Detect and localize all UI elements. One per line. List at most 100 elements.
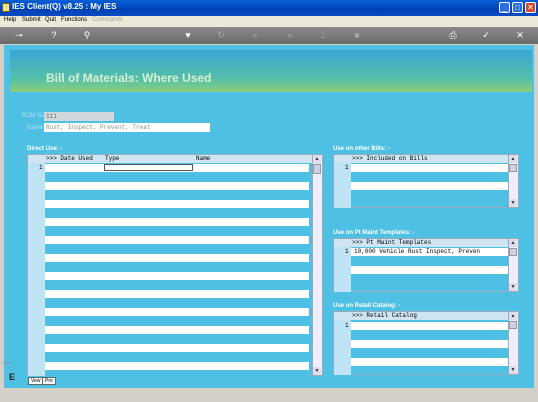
scroll-up-icon[interactable]: ▲ <box>313 155 321 163</box>
pre-tab-button[interactable]: Pre <box>42 377 56 385</box>
list-item[interactable] <box>351 331 508 339</box>
list-item[interactable] <box>351 182 508 190</box>
table-row[interactable] <box>45 317 309 325</box>
minimize-button[interactable]: _ <box>499 2 510 13</box>
scroll-down-icon[interactable]: ▼ <box>509 366 517 374</box>
menu-functions[interactable]: Functions <box>61 17 87 23</box>
list-item[interactable] <box>351 257 508 265</box>
scroll-down-icon[interactable]: ▼ <box>313 367 321 375</box>
maximize-button[interactable]: □ <box>512 2 523 13</box>
menu-commands: Commands <box>92 17 123 23</box>
menu-bar: Help Submit Quit Functions Commands <box>0 16 538 27</box>
list-item[interactable]: 10,000 Vehicle Rust Inspect, Preven <box>351 248 511 256</box>
direct-use-row-1-num: 1 <box>39 164 43 171</box>
help-icon[interactable]: ? <box>49 30 59 40</box>
list-item[interactable] <box>351 275 508 283</box>
other-bills-header: >>> Included on Bills <box>334 155 509 163</box>
scroll-thumb[interactable] <box>313 164 321 174</box>
pt-templates-title: Use on Pt Maint Templates: - <box>333 230 415 236</box>
table-row[interactable] <box>45 227 309 235</box>
menu-quit[interactable]: Quit <box>45 17 56 23</box>
table-row[interactable] <box>45 362 309 370</box>
rewind-icon[interactable]: « <box>250 30 260 40</box>
type-input[interactable] <box>104 164 193 171</box>
confirm-icon[interactable]: ✓ <box>481 30 491 40</box>
fast-forward-icon[interactable]: » <box>285 30 295 40</box>
table-row[interactable] <box>45 371 309 379</box>
refresh-icon[interactable]: ↻ <box>216 30 226 40</box>
table-row[interactable] <box>45 272 309 280</box>
print-icon[interactable]: ⎙ <box>448 30 458 40</box>
list-item[interactable] <box>351 164 508 172</box>
retail-catalog-row-1-num: 1 <box>345 322 349 329</box>
table-row[interactable] <box>45 290 309 298</box>
close-icon[interactable]: ✕ <box>515 30 525 40</box>
scroll-up-icon[interactable]: ▲ <box>509 312 517 320</box>
list-item[interactable] <box>351 191 508 199</box>
scroll-up-icon[interactable]: ▲ <box>509 155 517 163</box>
list-item[interactable] <box>351 340 508 348</box>
pin-icon[interactable]: ⊥ <box>318 30 328 40</box>
menu-submit[interactable]: Submit <box>22 17 41 23</box>
list-item[interactable] <box>351 322 508 330</box>
table-row[interactable] <box>45 173 309 181</box>
list-item[interactable] <box>351 358 508 366</box>
scroll-thumb[interactable] <box>509 321 517 329</box>
col-pt-maint-templates: >>> Pt Maint Templates <box>352 239 432 246</box>
direct-use-scrollbar[interactable]: ▲ ▼ <box>312 155 322 375</box>
table-row[interactable] <box>45 344 309 352</box>
scroll-down-icon[interactable]: ▼ <box>509 199 517 207</box>
scroll-up-icon[interactable]: ▲ <box>509 239 517 247</box>
table-row[interactable] <box>45 335 309 343</box>
window-title: IES Client(Q) v8.25 : My IES <box>12 2 117 11</box>
direct-use-grid[interactable]: >>> Date Used Type Name 1 ▲ ▼ <box>27 154 323 379</box>
name-label: Name <box>27 125 44 131</box>
heart-icon[interactable]: ♥ <box>183 30 193 40</box>
table-row[interactable] <box>45 209 309 217</box>
retail-catalog-grid[interactable]: >>> Retail Catalog 1 ▲ ▼ <box>333 311 519 375</box>
list-item[interactable] <box>351 266 508 274</box>
table-row[interactable] <box>45 182 309 190</box>
bom-field: 111 <box>44 112 114 121</box>
stop-icon[interactable]: ■ <box>352 30 362 40</box>
other-bills-grid[interactable]: >>> Included on Bills 1 ▲ ▼ <box>333 154 519 208</box>
scroll-thumb[interactable] <box>509 164 517 172</box>
table-row[interactable] <box>45 353 309 361</box>
scroll-thumb[interactable] <box>509 248 517 256</box>
table-row[interactable] <box>45 218 309 226</box>
table-row[interactable] <box>45 254 309 262</box>
list-item[interactable] <box>351 173 508 181</box>
retail-catalog-scrollbar[interactable]: ▲ ▼ <box>508 312 518 374</box>
bom-label: BOM No <box>22 113 46 119</box>
pt-templates-scrollbar[interactable]: ▲ ▼ <box>508 239 518 291</box>
table-row[interactable] <box>45 200 309 208</box>
pt-templates-row-1-num: 1 <box>345 248 349 255</box>
table-row[interactable] <box>45 308 309 316</box>
direct-use-title: Direct Use: - <box>27 146 63 152</box>
close-window-button[interactable]: ✕ <box>525 2 536 13</box>
col-included-on-bills: >>> Included on Bills <box>352 155 428 162</box>
page-title: Bill of Materials: Where Used <box>46 71 212 85</box>
table-row[interactable] <box>45 299 309 307</box>
list-item[interactable] <box>351 349 508 357</box>
search-icon[interactable]: ⚲ <box>82 30 92 40</box>
side-mark-bottom: E <box>9 372 16 382</box>
table-row[interactable] <box>45 245 309 253</box>
table-row[interactable] <box>45 281 309 289</box>
retail-catalog-header: >>> Retail Catalog <box>334 312 509 320</box>
key-icon[interactable]: ⊸ <box>10 30 28 40</box>
table-row[interactable] <box>45 236 309 244</box>
name-field[interactable]: Rust, Inspect, Prevent, Treat <box>44 123 210 132</box>
col-name: Name <box>196 155 211 162</box>
table-row[interactable] <box>45 191 309 199</box>
table-row[interactable] <box>45 326 309 334</box>
other-bills-row-1-num: 1 <box>345 164 349 171</box>
other-bills-scrollbar[interactable]: ▲ ▼ <box>508 155 518 207</box>
table-row[interactable] <box>45 263 309 271</box>
scroll-down-icon[interactable]: ▼ <box>509 283 517 291</box>
col-type: Type <box>105 155 120 162</box>
pt-templates-grid[interactable]: >>> Pt Maint Templates 1 10,000 Vehicle … <box>333 238 519 292</box>
table-row[interactable] <box>45 164 309 172</box>
menu-help[interactable]: Help <box>4 17 16 23</box>
other-bills-title: Use on other Bills: - <box>333 146 390 152</box>
